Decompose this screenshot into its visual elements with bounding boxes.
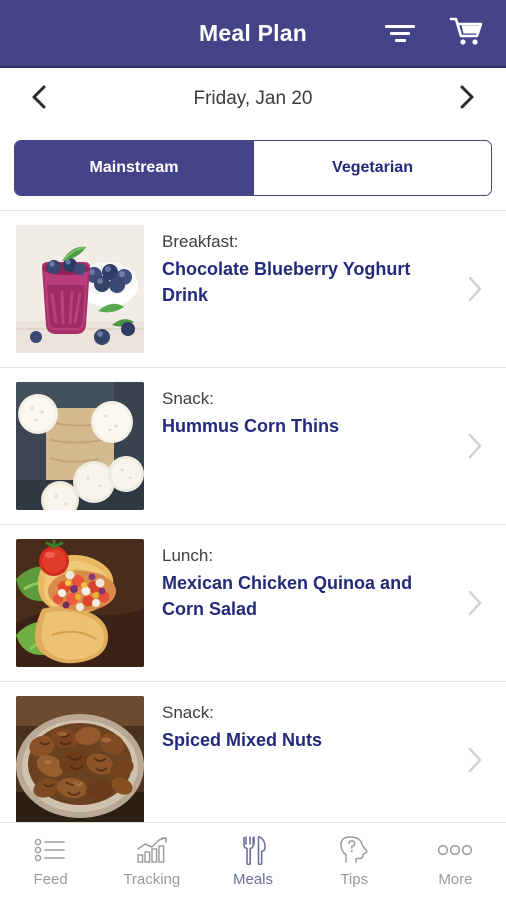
nav-item-more[interactable]: More	[405, 823, 506, 900]
diet-tabs-container: Mainstream Vegetarian	[0, 130, 506, 210]
meal-text: Lunch: Mexican Chicken Quinoa and Corn S…	[144, 539, 492, 622]
bulleted-list-icon	[34, 835, 68, 865]
meal-row[interactable]: Lunch: Mexican Chicken Quinoa and Corn S…	[0, 525, 506, 682]
meal-text: Snack: Hummus Corn Thins	[144, 382, 492, 439]
meal-type-label: Lunch:	[162, 546, 214, 565]
date-navigation: Friday, Jan 20	[0, 68, 506, 130]
meal-row[interactable]: Breakfast: Chocolate Blueberry Yoghurt D…	[0, 211, 506, 368]
nav-label-more: More	[438, 871, 473, 888]
meal-list: Breakfast: Chocolate Blueberry Yoghurt D…	[0, 210, 506, 822]
shopping-cart-button[interactable]	[446, 13, 486, 53]
head-question-icon	[338, 835, 370, 865]
three-dots-icon	[436, 835, 474, 865]
next-day-button[interactable]	[450, 82, 484, 116]
bar-chart-trend-icon	[134, 835, 170, 865]
nav-label-feed: Feed	[33, 871, 68, 888]
meal-name-label: Spiced Mixed Nuts	[162, 730, 323, 750]
chevron-right-icon[interactable]	[466, 745, 484, 775]
blueberry-smoothie-photo	[16, 225, 144, 353]
app-bar: Meal Plan	[0, 0, 506, 68]
nav-label-tracking: Tracking	[123, 871, 181, 888]
bottom-navigation: Feed Tracking Meals Tips More	[0, 822, 506, 900]
meal-type-label: Snack:	[162, 389, 214, 408]
shopping-cart-icon	[449, 16, 483, 51]
filter-button[interactable]	[380, 13, 420, 53]
tab-mainstream[interactable]: Mainstream	[15, 141, 253, 195]
app-bar-actions	[380, 13, 506, 53]
meal-text: Breakfast: Chocolate Blueberry Yoghurt D…	[144, 225, 492, 308]
meal-row[interactable]: Snack: Spiced Mixed Nuts	[0, 682, 506, 822]
meal-text: Snack: Spiced Mixed Nuts	[144, 696, 492, 753]
mixed-nuts-photo	[16, 696, 144, 822]
filter-icon	[385, 22, 415, 44]
chevron-right-icon[interactable]	[466, 588, 484, 618]
corn-thins-photo	[16, 382, 144, 510]
fork-knife-icon	[239, 835, 267, 865]
chevron-right-icon[interactable]	[466, 274, 484, 304]
nav-item-feed[interactable]: Feed	[0, 823, 101, 900]
meal-plan-screen: Meal Plan Friday, Jan 20 Mainstream Vege…	[0, 0, 506, 900]
meal-name-label: Mexican Chicken Quinoa and Corn Salad	[162, 573, 413, 619]
meal-type-label: Breakfast:	[162, 232, 239, 251]
chevron-left-icon	[28, 84, 50, 115]
tab-vegetarian[interactable]: Vegetarian	[253, 141, 491, 195]
diet-segmented-control: Mainstream Vegetarian	[14, 140, 492, 196]
nav-label-tips: Tips	[340, 871, 369, 888]
nav-item-tracking[interactable]: Tracking	[101, 823, 202, 900]
previous-day-button[interactable]	[22, 82, 56, 116]
nav-label-meals: Meals	[233, 871, 274, 888]
nav-item-meals[interactable]: Meals	[202, 823, 303, 900]
nav-item-tips[interactable]: Tips	[304, 823, 405, 900]
meal-name-label: Hummus Corn Thins	[162, 416, 340, 436]
meal-name-label: Chocolate Blueberry Yoghurt Drink	[162, 259, 411, 305]
meal-row[interactable]: Snack: Hummus Corn Thins	[0, 368, 506, 525]
meal-type-label: Snack:	[162, 703, 214, 722]
chevron-right-icon	[456, 84, 478, 115]
chevron-right-icon[interactable]	[466, 431, 484, 461]
taco-salad-photo	[16, 539, 144, 667]
current-date-label: Friday, Jan 20	[193, 88, 313, 109]
